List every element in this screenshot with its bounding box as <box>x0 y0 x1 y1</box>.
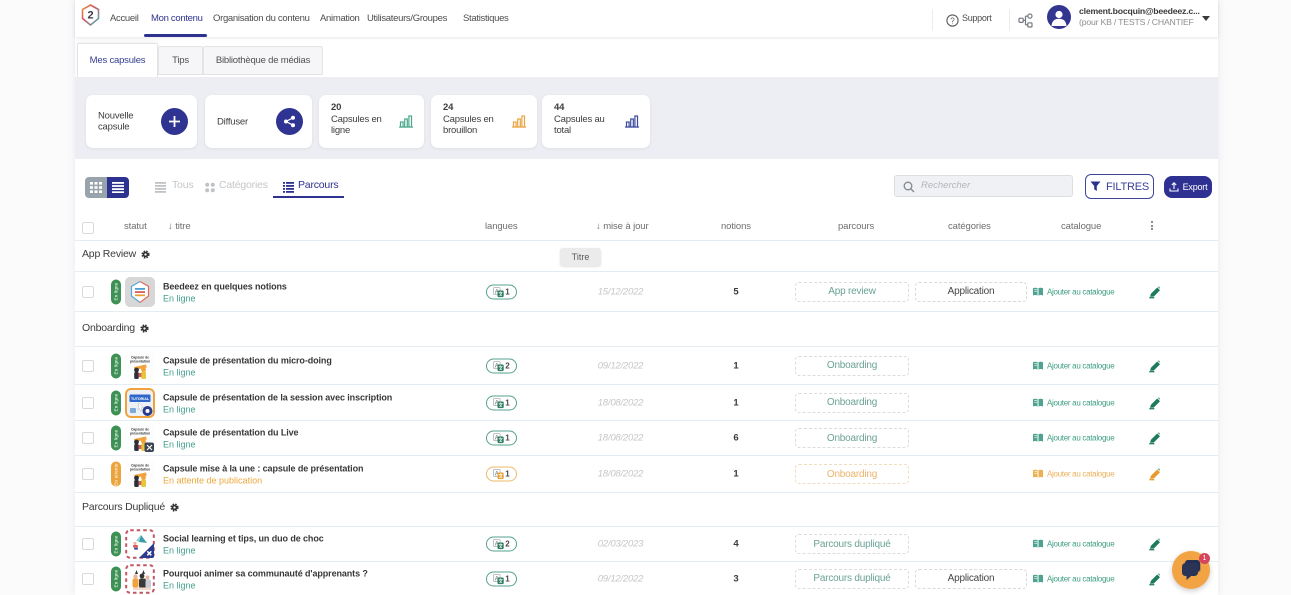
svg-text:2: 2 <box>87 10 93 22</box>
svg-text:?: ? <box>950 16 955 25</box>
svg-text:présentation: présentation <box>130 359 150 363</box>
svg-text:TUTORIAL: TUTORIAL <box>131 396 150 400</box>
svg-text:présentation: présentation <box>130 468 150 472</box>
svg-text:présentation: présentation <box>130 432 150 436</box>
